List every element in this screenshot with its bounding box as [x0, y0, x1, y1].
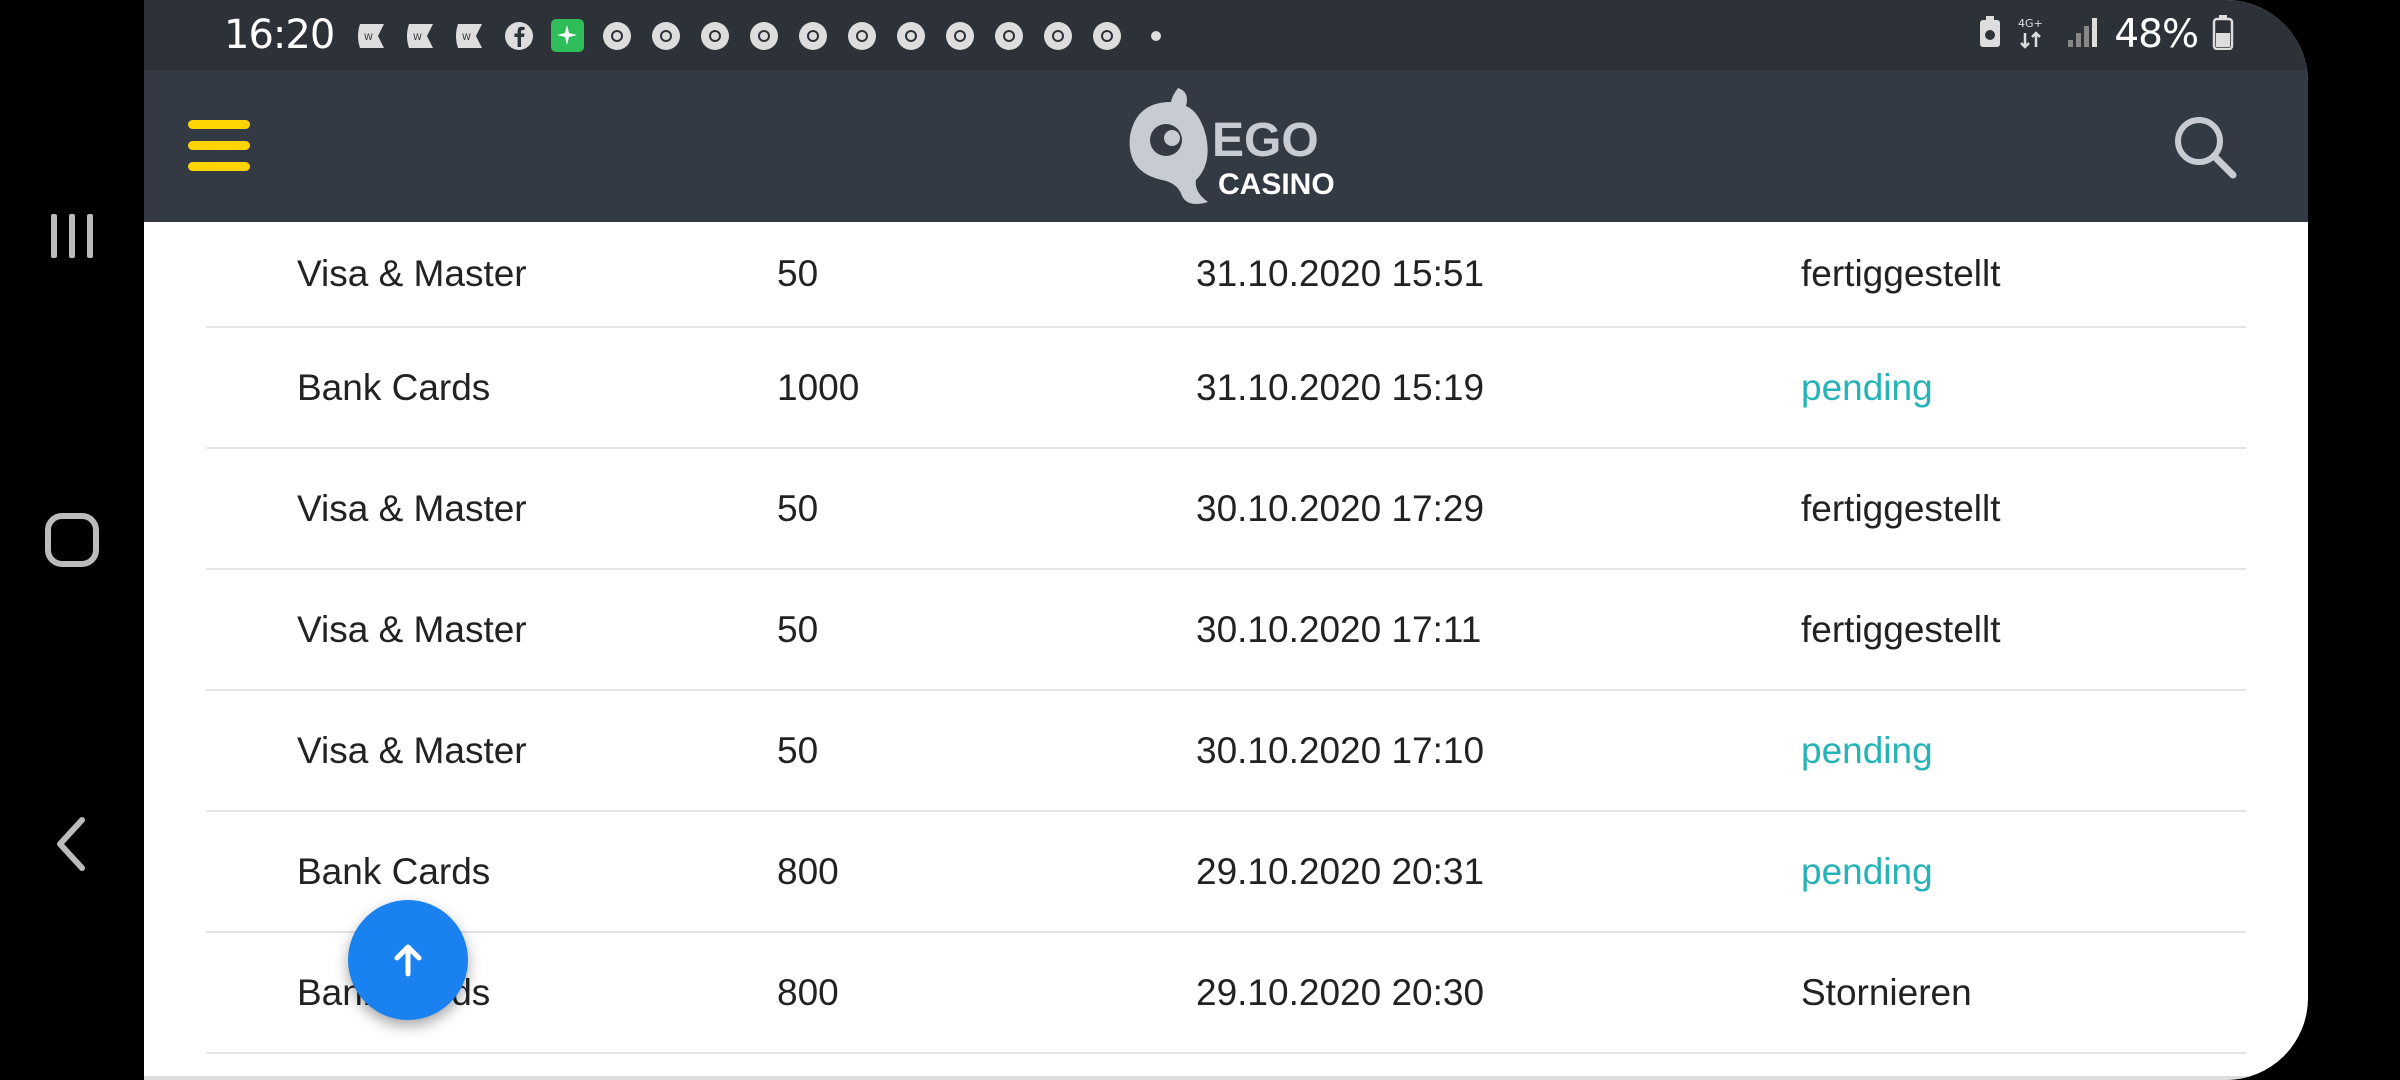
back-button[interactable]	[36, 808, 108, 880]
date: 31.10.2020 15:19	[1196, 366, 1485, 408]
notification-icons: W W W	[354, 18, 1173, 53]
svg-text:W: W	[364, 33, 373, 43]
recent-apps-button[interactable]	[36, 200, 108, 272]
status: fertiggestellt	[1801, 487, 2001, 529]
svg-text:4G+: 4G+	[2018, 17, 2043, 30]
hamburger-menu-button[interactable]	[188, 120, 250, 172]
status: pending	[1801, 366, 1933, 408]
status: pending	[1801, 729, 1933, 771]
search-icon[interactable]	[2170, 112, 2240, 182]
status-right-group: 4G+ 48%	[1978, 12, 2234, 57]
data-saver-icon	[1978, 15, 2002, 54]
transactions-table: Visa & Master 50 31.10.2020 15:51 fertig…	[206, 222, 2246, 1054]
green-app-icon	[550, 18, 585, 53]
battery-percent: 48%	[2114, 12, 2199, 57]
chrome-icon	[1040, 18, 1075, 53]
chrome-icon	[599, 18, 634, 53]
date: 31.10.2020 15:51	[1196, 253, 1485, 294]
status: pending	[1801, 850, 1933, 892]
signal-icon	[2066, 16, 2100, 53]
menu-line	[188, 141, 250, 150]
amount: 50	[777, 729, 819, 771]
table-row: Visa & Master 50 30.10.2020 17:10 pendin…	[206, 691, 2246, 812]
will-icon: W	[354, 18, 389, 53]
chrome-icon	[746, 18, 781, 53]
table-row: Visa & Master 50 30.10.2020 17:11 fertig…	[206, 570, 2246, 691]
menu-line	[188, 162, 250, 171]
payment-method: Visa & Master	[297, 487, 527, 529]
payment-method: Visa & Master	[297, 608, 527, 650]
network-4g-icon: 4G+	[2016, 15, 2052, 54]
phone-screen: 16:20 W W W 4G+ 48% EGO CASINO Visa & Ma…	[144, 0, 2308, 1080]
table-row: Visa & Master 50 31.10.2020 15:51 fertig…	[206, 222, 2246, 328]
svg-text:W: W	[413, 33, 422, 43]
system-navigation-bar	[0, 0, 144, 1080]
amount: 800	[777, 850, 839, 892]
table-row: Bank Cards 800 29.10.2020 20:30 Stornier…	[206, 933, 2246, 1054]
facebook-icon	[501, 18, 536, 53]
amount: 800	[777, 971, 839, 1013]
date: 29.10.2020 20:31	[1196, 850, 1485, 892]
home-button[interactable]	[36, 504, 108, 576]
date: 30.10.2020 17:10	[1196, 729, 1485, 771]
date: 30.10.2020 17:29	[1196, 487, 1485, 529]
chrome-icon	[991, 18, 1026, 53]
status: Stornieren	[1801, 971, 1972, 1013]
dot-icon	[1138, 18, 1173, 53]
svg-text:CASINO: CASINO	[1218, 168, 1335, 201]
payment-method: Visa & Master	[297, 253, 527, 294]
amount: 50	[777, 487, 819, 529]
page-bottom-edge	[144, 1076, 2308, 1080]
chrome-icon	[648, 18, 683, 53]
amount: 50	[777, 608, 819, 650]
status: fertiggestellt	[1801, 608, 2001, 650]
chrome-icon	[697, 18, 732, 53]
chrome-icon	[942, 18, 977, 53]
amount: 50	[777, 253, 819, 294]
status: fertiggestellt	[1801, 253, 2001, 294]
chrome-icon	[893, 18, 928, 53]
table-row: Bank Cards 1000 31.10.2020 15:19 pending	[206, 328, 2246, 449]
recent-apps-icon	[51, 214, 93, 258]
date: 29.10.2020 20:30	[1196, 971, 1485, 1013]
status-bar: 16:20 W W W 4G+ 48%	[144, 0, 2308, 70]
ego-casino-logo[interactable]: EGO CASINO	[1116, 84, 1336, 208]
will-icon: W	[452, 18, 487, 53]
back-icon	[57, 817, 85, 871]
svg-text:EGO: EGO	[1212, 114, 1319, 167]
battery-icon	[2212, 14, 2234, 55]
chrome-icon	[844, 18, 879, 53]
home-icon	[45, 513, 99, 567]
amount: 1000	[777, 366, 860, 408]
payment-method: Bank Cards	[297, 850, 491, 892]
will-icon: W	[403, 18, 438, 53]
app-header: EGO CASINO	[144, 70, 2308, 222]
menu-line	[188, 120, 250, 129]
date: 30.10.2020 17:11	[1196, 608, 1482, 650]
chrome-icon	[1089, 18, 1124, 53]
payment-method: Bank Cards	[297, 366, 491, 408]
status-time: 16:20	[224, 12, 335, 58]
table-row: Visa & Master 50 30.10.2020 17:29 fertig…	[206, 449, 2246, 570]
arrow-up-icon	[394, 944, 422, 977]
chrome-icon	[795, 18, 830, 53]
scroll-to-top-button[interactable]	[348, 900, 468, 1020]
svg-text:W: W	[462, 33, 471, 43]
payment-method: Visa & Master	[297, 729, 527, 771]
table-row: Bank Cards 800 29.10.2020 20:31 pending	[206, 812, 2246, 933]
